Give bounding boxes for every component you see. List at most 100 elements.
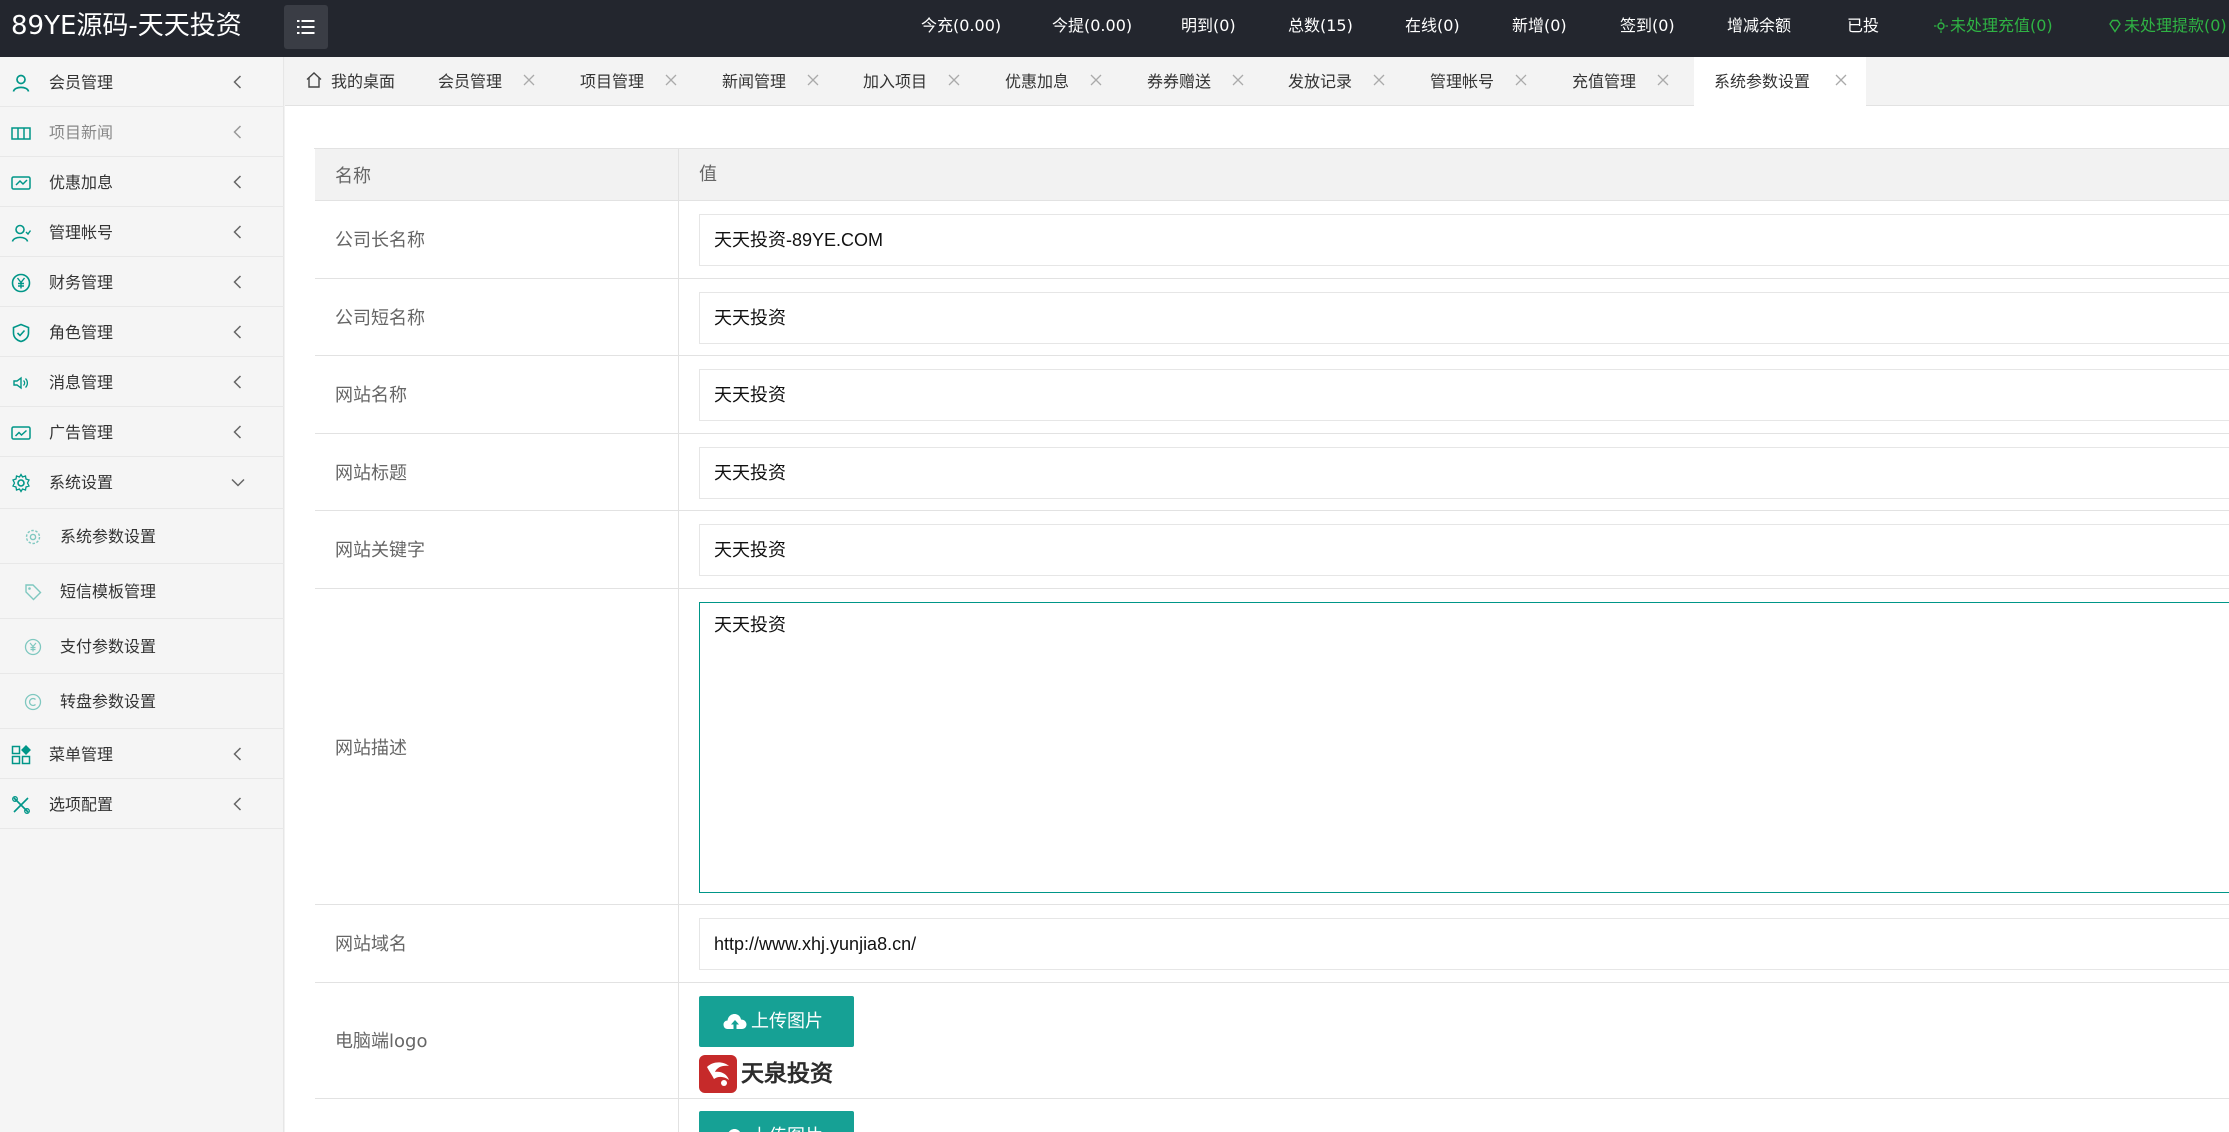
row-name-cell: 网站名称 xyxy=(315,356,679,433)
sidebar-item-ads[interactable]: 广告管理 xyxy=(0,407,284,457)
user-icon xyxy=(12,74,30,92)
sidebar-item-admin-accounts[interactable]: 管理帐号 xyxy=(0,207,284,257)
sidebar-item-roles[interactable]: 角色管理 xyxy=(0,307,284,357)
chevron-left-icon xyxy=(233,125,242,139)
sidebar-subitem-system-params[interactable]: 系统参数设置 xyxy=(0,509,284,564)
upload-mobile-logo-button[interactable]: 上传图片 xyxy=(699,1111,854,1132)
sidebar-subitem-sms-templates[interactable]: 短信模板管理 xyxy=(0,564,284,619)
sidebar-item-option-config[interactable]: 选项配置 xyxy=(0,779,284,829)
admin-icon xyxy=(11,224,31,242)
header-name-cell: 名称 xyxy=(315,149,679,200)
site-description-textarea[interactable]: 天天投资 xyxy=(699,602,2229,893)
column-header-name: 名称 xyxy=(335,166,371,187)
sidebar-item-label: 会员管理 xyxy=(49,73,114,92)
tag-icon xyxy=(25,584,42,601)
close-icon[interactable] xyxy=(1656,73,1670,87)
row-name: 网站标题 xyxy=(335,463,407,484)
stat-tomorrow-due[interactable]: 明到(0) xyxy=(1181,0,1236,52)
tab-issue-records[interactable]: 发放记录 xyxy=(1288,57,1408,106)
sidebar-item-label: 优惠加息 xyxy=(49,173,114,192)
chevron-left-icon xyxy=(233,747,242,761)
close-icon[interactable] xyxy=(806,73,820,87)
sidebar-subitem-label: 支付参数设置 xyxy=(60,637,157,656)
chevron-left-icon xyxy=(233,425,242,439)
tab-label: 发放记录 xyxy=(1288,72,1353,91)
sidebar-subitem-wheel-params[interactable]: 转盘参数设置 xyxy=(0,674,284,729)
sidebar-item-system-settings[interactable]: 系统设置 xyxy=(0,457,284,509)
sidebar-item-label: 选项配置 xyxy=(49,795,114,814)
row-name-cell: 公司长名称 xyxy=(315,201,679,278)
sidebar-item-project-news[interactable]: 项目新闻 xyxy=(0,107,284,157)
home-icon xyxy=(306,72,322,88)
tab-system-params[interactable]: 系统参数设置 xyxy=(1694,57,1866,106)
close-icon[interactable] xyxy=(522,73,536,87)
menu-toggle-button[interactable] xyxy=(284,5,328,49)
stat-pending-withdraw[interactable]: 未处理提款(0) xyxy=(2108,0,2227,52)
chevron-left-icon xyxy=(233,797,242,811)
sidebar-subitem-payment-params[interactable]: 支付参数设置 xyxy=(0,619,284,674)
site-domain-input[interactable]: http://www.xhj.yunjia8.cn/ xyxy=(699,918,2229,970)
stat-checkin[interactable]: 签到(0) xyxy=(1620,0,1675,52)
sidebar-item-promo[interactable]: 优惠加息 xyxy=(0,157,284,207)
upload-pc-logo-button[interactable]: 上传图片 xyxy=(699,996,854,1047)
sidebar-item-label: 角色管理 xyxy=(49,323,114,342)
settings-table: 名称 值 公司长名称 天天投资-89YE.COM 公司短名称 天天投资 网站名称… xyxy=(314,148,2229,1132)
close-icon[interactable] xyxy=(1089,73,1103,87)
tab-promo[interactable]: 优惠加息 xyxy=(1005,57,1125,106)
tab-coupon-gift[interactable]: 券券赠送 xyxy=(1147,57,1267,106)
sidebar-item-members[interactable]: 会员管理 xyxy=(0,57,284,107)
stat-pending-withdraw-label: 未处理提款(0) xyxy=(2124,16,2227,35)
sidebar-item-label: 系统设置 xyxy=(49,473,114,492)
table-row: 网站名称 天天投资 xyxy=(315,356,2229,434)
tab-label: 会员管理 xyxy=(438,72,503,91)
close-icon[interactable] xyxy=(1231,73,1245,87)
table-row: 网站标题 天天投资 xyxy=(315,434,2229,511)
tab-admin-accounts[interactable]: 管理帐号 xyxy=(1430,57,1550,106)
stat-pending-recharge[interactable]: 未处理充值(0) xyxy=(1934,0,2053,52)
main-content: 名称 值 公司长名称 天天投资-89YE.COM 公司短名称 天天投资 网站名称… xyxy=(285,106,2229,1132)
close-icon[interactable] xyxy=(947,73,961,87)
row-name-cell: 网站关键字 xyxy=(315,511,679,588)
stat-online[interactable]: 在线(0) xyxy=(1405,0,1460,52)
stat-invested[interactable]: 已投 xyxy=(1847,0,1879,52)
row-name: 电脑端logo xyxy=(335,1031,428,1052)
site-name-input[interactable]: 天天投资 xyxy=(699,369,2229,421)
close-icon[interactable] xyxy=(664,73,678,87)
stat-total[interactable]: 总数(15) xyxy=(1288,0,1353,52)
tab-recharge[interactable]: 充值管理 xyxy=(1572,57,1692,106)
tab-members[interactable]: 会员管理 xyxy=(438,57,558,106)
sidebar-subitem-label: 短信模板管理 xyxy=(60,582,157,601)
sidebar-item-menu-management[interactable]: 菜单管理 xyxy=(0,729,284,779)
cog-small-icon xyxy=(25,529,41,545)
tab-label: 优惠加息 xyxy=(1005,72,1070,91)
close-icon[interactable] xyxy=(1514,73,1528,87)
tools-icon xyxy=(12,796,30,814)
table-row: 上传图片 xyxy=(315,1099,2229,1132)
row-name-cell xyxy=(315,1099,679,1132)
close-icon[interactable] xyxy=(1372,73,1386,87)
chevron-left-icon xyxy=(233,175,242,189)
stat-today-withdraw[interactable]: 今提(0.00) xyxy=(1052,0,1132,52)
cloud-upload-icon xyxy=(723,1014,747,1031)
stat-adjust-balance[interactable]: 增减余额 xyxy=(1727,0,1791,52)
stat-today-recharge[interactable]: 今充(0.00) xyxy=(921,0,1001,52)
tab-my-desktop[interactable]: 我的桌面 xyxy=(305,57,423,106)
sidebar-item-finance[interactable]: 财务管理 xyxy=(0,257,284,307)
company-long-name-input[interactable]: 天天投资-89YE.COM xyxy=(699,214,2229,266)
ad-icon xyxy=(11,426,31,440)
chevron-left-icon xyxy=(233,75,242,89)
sidebar: 会员管理 项目新闻 优惠加息 管理帐号 财务管理 角色管理 消息管理 广告管理 xyxy=(0,57,284,1132)
logo-text: 天泉投资 xyxy=(741,1060,833,1087)
tab-label: 我的桌面 xyxy=(331,72,396,91)
stat-new[interactable]: 新增(0) xyxy=(1512,0,1567,52)
site-title-input[interactable]: 天天投资 xyxy=(699,447,2229,499)
tab-news[interactable]: 新闻管理 xyxy=(722,57,842,106)
tab-join-project[interactable]: 加入项目 xyxy=(863,57,983,106)
sidebar-item-messages[interactable]: 消息管理 xyxy=(0,357,284,407)
chevron-down-icon xyxy=(231,478,245,487)
site-keywords-input[interactable]: 天天投资 xyxy=(699,524,2229,576)
company-short-name-input[interactable]: 天天投资 xyxy=(699,292,2229,344)
tab-projects[interactable]: 项目管理 xyxy=(580,57,700,106)
table-header-row: 名称 值 xyxy=(315,149,2229,201)
close-icon[interactable] xyxy=(1834,73,1848,87)
